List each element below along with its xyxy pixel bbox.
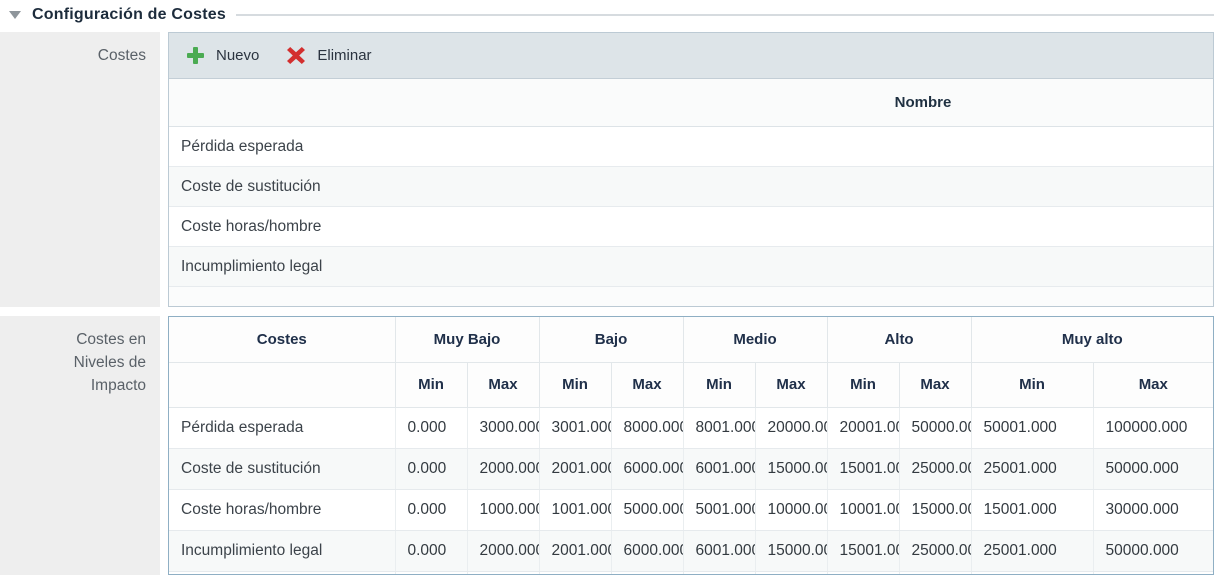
medio-max-header: Max — [755, 362, 827, 407]
row-name-cell[interactable]: Coste de sustitución — [169, 448, 395, 489]
value-cell[interactable]: 0.000 — [395, 407, 467, 448]
value-cell[interactable]: 25001.000 — [971, 530, 1093, 571]
value-cell[interactable]: 8001.000 — [683, 407, 755, 448]
value-cell[interactable]: 50000.000 — [1093, 530, 1213, 571]
section-header: Configuración de Costes — [0, 0, 1214, 30]
value-cell[interactable]: 20001.000 — [827, 407, 899, 448]
value-cell[interactable]: 6000.000 — [611, 448, 683, 489]
group-header-alto: Alto — [827, 317, 971, 362]
x-icon — [287, 47, 305, 64]
value-cell[interactable]: 5000.000 — [611, 489, 683, 530]
section-title: Configuración de Costes — [32, 6, 226, 24]
row-name-cell[interactable]: Incumplimiento legal — [169, 530, 395, 571]
niveles-label-line2: Niveles de — [0, 351, 146, 374]
value-cell[interactable]: 15000.000 — [755, 530, 827, 571]
delete-button-label: Eliminar — [317, 47, 371, 64]
value-cell[interactable]: 15001.000 — [827, 530, 899, 571]
value-cell[interactable]: 2001.000 — [539, 448, 611, 489]
value-cell[interactable]: 50000.000 — [1093, 448, 1213, 489]
niveles-row-1[interactable]: Pérdida esperada 0.000 3000.000 3001.000… — [169, 407, 1213, 448]
empty-subheader-cell — [169, 362, 395, 407]
niveles-table: Costes Muy Bajo Bajo Medio Alto Muy alto… — [169, 317, 1213, 575]
costes-field-label-text: Costes — [98, 47, 146, 64]
value-cell[interactable]: 0.000 — [395, 489, 467, 530]
niveles-field-label: Costes en Niveles de Impacto — [0, 316, 160, 575]
bajo-min-header: Min — [539, 362, 611, 407]
muy-alto-min-header: Min — [971, 362, 1093, 407]
value-cell[interactable]: 8000.000 — [611, 407, 683, 448]
value-cell[interactable]: 2000.000 — [467, 530, 539, 571]
value-cell[interactable]: 15001.000 — [827, 448, 899, 489]
value-cell[interactable]: 15001.000 — [971, 489, 1093, 530]
value-cell[interactable]: 6001.000 — [683, 448, 755, 489]
niveles-subheader-row: Min Max Min Max Min Max Min Max Min Max — [169, 362, 1213, 407]
value-cell[interactable]: 30000.000 — [1093, 489, 1213, 530]
nombre-column-header[interactable]: Nombre — [169, 94, 1213, 111]
section-rule-line — [236, 14, 1214, 16]
muy-bajo-max-header: Max — [467, 362, 539, 407]
value-cell[interactable]: 25000.000 — [899, 530, 971, 571]
value-cell[interactable]: 3001.000 — [539, 407, 611, 448]
value-cell[interactable]: 15000.000 — [899, 489, 971, 530]
group-header-bajo: Bajo — [539, 317, 683, 362]
costes-field-label: Costes — [0, 32, 160, 307]
muy-alto-max-header: Max — [1093, 362, 1213, 407]
value-cell[interactable]: 2000.000 — [467, 448, 539, 489]
niveles-row-2[interactable]: Coste de sustitución 0.000 2000.000 2001… — [169, 448, 1213, 489]
collapse-triangle-icon[interactable] — [9, 11, 21, 19]
value-cell[interactable]: 50000.000 — [899, 407, 971, 448]
new-button-label: Nuevo — [216, 47, 259, 64]
value-cell[interactable]: 6000.000 — [611, 530, 683, 571]
costes-grid-panel: Nuevo Eliminar Nombre Pérdida esperada C… — [168, 32, 1214, 307]
niveles-row-empty — [169, 571, 1213, 575]
niveles-grid-panel: Costes Muy Bajo Bajo Medio Alto Muy alto… — [168, 316, 1214, 575]
niveles-label-line3: Impacto — [0, 374, 146, 397]
value-cell[interactable]: 50001.000 — [971, 407, 1093, 448]
group-header-muy-bajo: Muy Bajo — [395, 317, 539, 362]
niveles-row-4[interactable]: Incumplimiento legal 0.000 2000.000 2001… — [169, 530, 1213, 571]
alto-min-header: Min — [827, 362, 899, 407]
group-header-muy-alto: Muy alto — [971, 317, 1213, 362]
value-cell[interactable]: 10001.000 — [827, 489, 899, 530]
costes-column-header: Costes — [169, 317, 395, 362]
value-cell[interactable]: 2001.000 — [539, 530, 611, 571]
value-cell[interactable]: 3000.000 — [467, 407, 539, 448]
costes-row-2[interactable]: Coste de sustitución — [169, 167, 1213, 207]
value-cell[interactable]: 5001.000 — [683, 489, 755, 530]
niveles-group-header-row: Costes Muy Bajo Bajo Medio Alto Muy alto — [169, 317, 1213, 362]
costes-row-3[interactable]: Coste horas/hombre — [169, 207, 1213, 247]
value-cell[interactable]: 15000.000 — [755, 448, 827, 489]
value-cell[interactable]: 1000.000 — [467, 489, 539, 530]
value-cell[interactable]: 20000.000 — [755, 407, 827, 448]
costes-toolbar: Nuevo Eliminar — [169, 33, 1213, 79]
value-cell[interactable]: 0.000 — [395, 448, 467, 489]
row-name-cell[interactable]: Coste horas/hombre — [169, 489, 395, 530]
new-button[interactable]: Nuevo — [187, 47, 259, 64]
value-cell[interactable]: 100000.000 — [1093, 407, 1213, 448]
alto-max-header: Max — [899, 362, 971, 407]
value-cell[interactable]: 25001.000 — [971, 448, 1093, 489]
value-cell[interactable]: 6001.000 — [683, 530, 755, 571]
value-cell[interactable]: 0.000 — [395, 530, 467, 571]
delete-button[interactable]: Eliminar — [287, 47, 371, 64]
costes-row-1[interactable]: Pérdida esperada — [169, 127, 1213, 167]
niveles-row-3[interactable]: Coste horas/hombre 0.000 1000.000 1001.0… — [169, 489, 1213, 530]
value-cell[interactable]: 10000.000 — [755, 489, 827, 530]
value-cell[interactable]: 1001.000 — [539, 489, 611, 530]
costes-grid-header: Nombre — [169, 79, 1213, 127]
group-header-medio: Medio — [683, 317, 827, 362]
plus-icon — [187, 47, 204, 64]
muy-bajo-min-header: Min — [395, 362, 467, 407]
costes-row-4[interactable]: Incumplimiento legal — [169, 247, 1213, 287]
niveles-label-line1: Costes en — [0, 328, 146, 351]
value-cell[interactable]: 25000.000 — [899, 448, 971, 489]
empty-cell — [169, 571, 395, 575]
bajo-max-header: Max — [611, 362, 683, 407]
medio-min-header: Min — [683, 362, 755, 407]
row-name-cell[interactable]: Pérdida esperada — [169, 407, 395, 448]
